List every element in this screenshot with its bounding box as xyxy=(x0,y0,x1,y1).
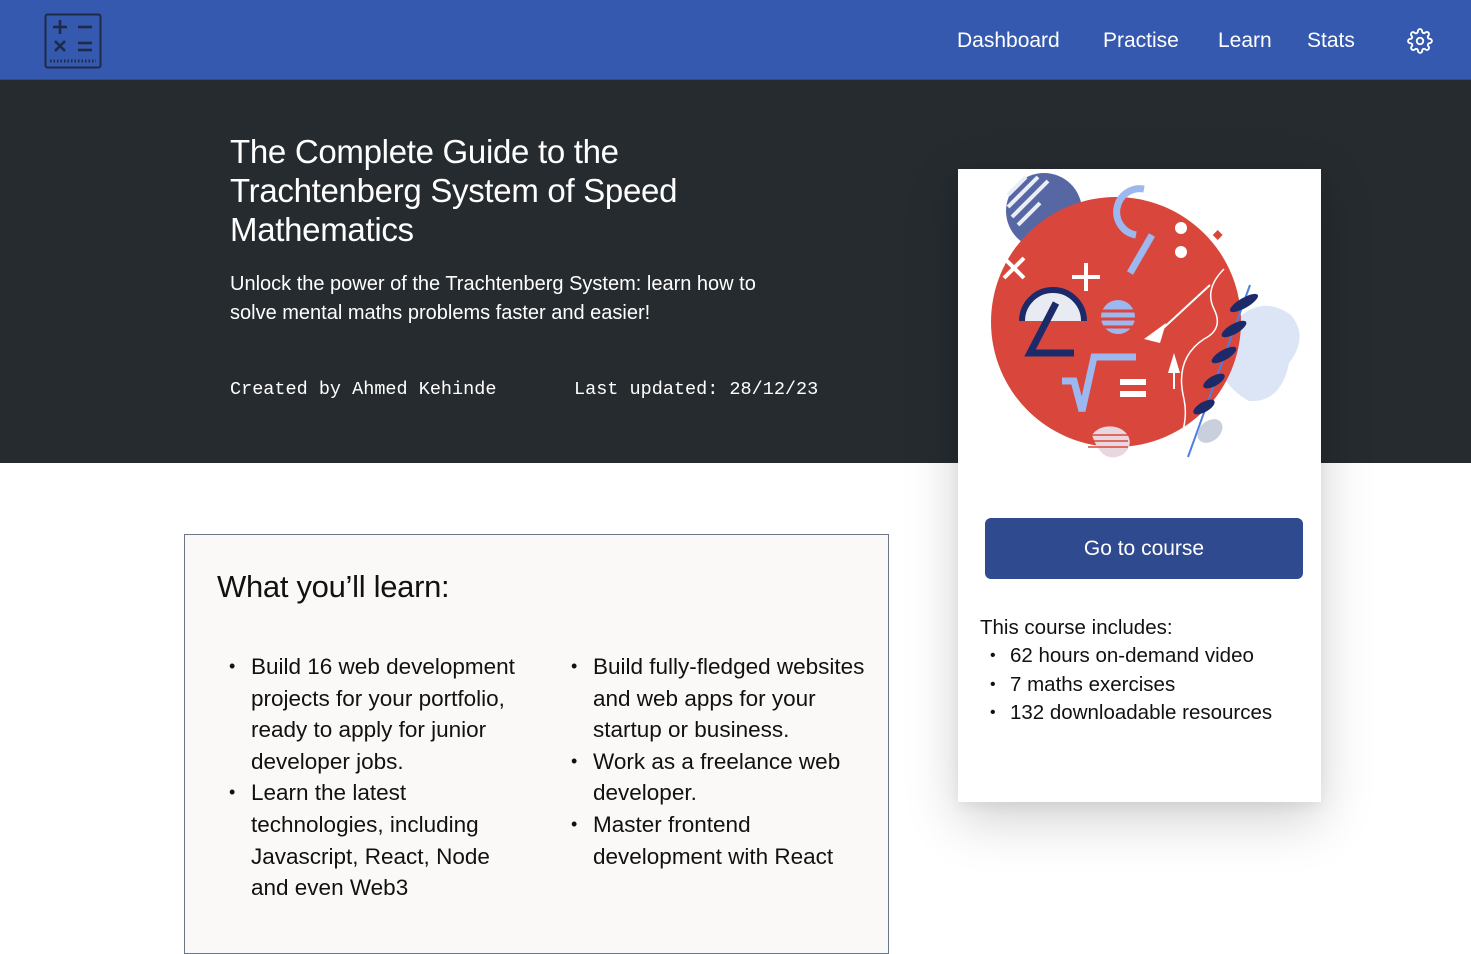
nav-stats[interactable]: Stats xyxy=(1307,27,1355,55)
list-item: Learn the latest technologies, including… xyxy=(217,777,517,903)
list-item: 132 downloadable resources xyxy=(980,699,1272,728)
list-item: Master frontend development with React xyxy=(559,809,869,872)
learning-outcomes-left-list: Build 16 web development projects for yo… xyxy=(217,651,517,904)
math-symbols-illustration xyxy=(978,173,1308,493)
course-includes-list: 62 hours on-demand video 7 maths exercis… xyxy=(980,642,1272,728)
nav-dashboard[interactable]: Dashboard xyxy=(957,27,1060,55)
nav-learn[interactable]: Learn xyxy=(1218,27,1272,55)
calculator-icon[interactable] xyxy=(44,13,102,69)
list-item: 62 hours on-demand video xyxy=(980,642,1272,671)
learning-outcomes-panel: What you’ll learn: Build 16 web developm… xyxy=(184,534,889,954)
top-nav-bar: Dashboard Practise Learn Stats xyxy=(0,0,1471,80)
nav-practise[interactable]: Practise xyxy=(1103,27,1179,55)
course-includes-title: This course includes: xyxy=(980,616,1173,639)
learning-outcomes-title: What you’ll learn: xyxy=(217,569,450,604)
learning-outcomes-right-list: Build fully-fledged websites and web app… xyxy=(559,651,869,872)
course-subtitle: Unlock the power of the Trachtenberg Sys… xyxy=(230,273,756,324)
gear-icon[interactable] xyxy=(1407,28,1433,54)
course-title: The Complete Guide to the Trachtenberg S… xyxy=(230,133,678,248)
list-item: Build fully-fledged websites and web app… xyxy=(559,651,869,746)
list-item: 7 maths exercises xyxy=(980,671,1272,700)
course-last-updated: Last updated: 28/12/23 xyxy=(574,379,819,400)
course-author: Created by Ahmed Kehinde xyxy=(230,379,497,400)
list-item: Build 16 web development projects for yo… xyxy=(217,651,517,777)
course-card: Go to course This course includes: 62 ho… xyxy=(958,169,1321,802)
list-item: Work as a freelance web developer. xyxy=(559,746,869,809)
go-to-course-button[interactable]: Go to course xyxy=(985,518,1303,579)
